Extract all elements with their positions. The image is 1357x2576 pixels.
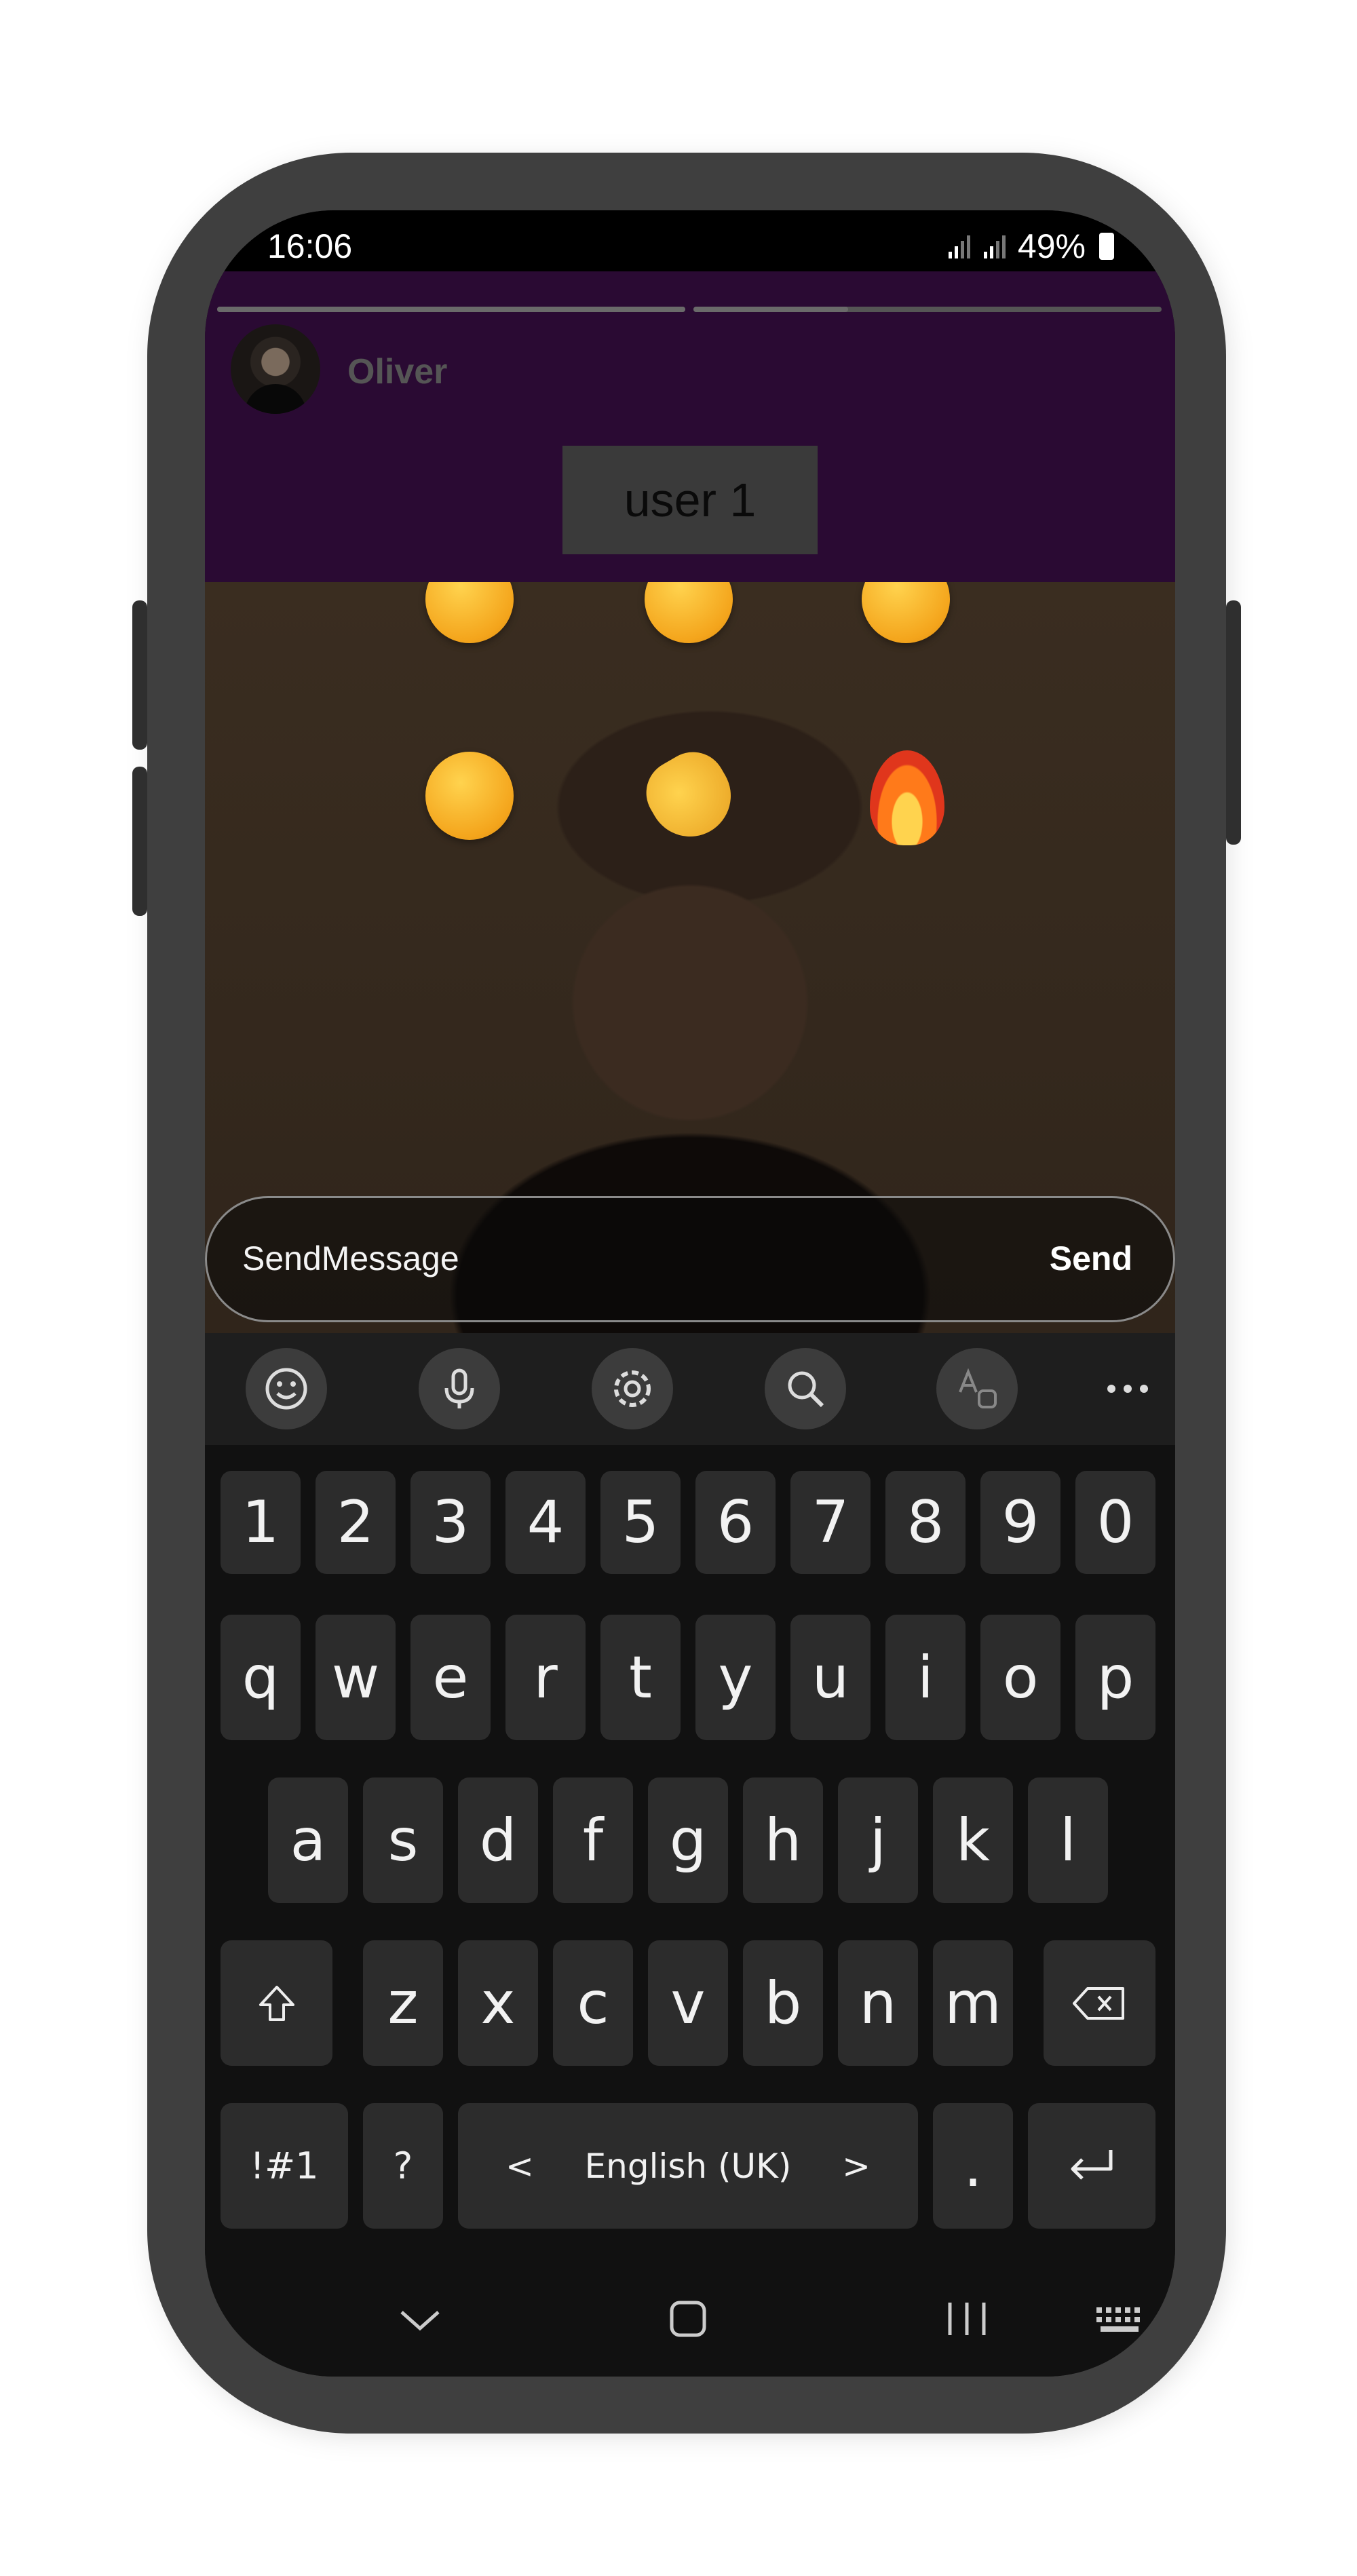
key-2[interactable]: 2 xyxy=(316,1471,396,1574)
key-x[interactable]: x xyxy=(458,1940,538,2066)
key-r[interactable]: r xyxy=(505,1615,586,1740)
story-header: Oliver user 1 xyxy=(205,271,1175,582)
user-tag-label: user 1 xyxy=(624,474,757,526)
enter-icon[interactable] xyxy=(1028,2103,1155,2229)
keyboard: 1 2 3 4 5 6 7 8 9 0 q w e r t y u i o p … xyxy=(205,1445,1175,2377)
story-progress-1 xyxy=(217,307,685,312)
shift-icon[interactable] xyxy=(221,1940,332,2066)
period-key[interactable]: . xyxy=(933,2103,1013,2229)
keyboard-icon[interactable] xyxy=(1094,2303,1148,2337)
key-f[interactable]: f xyxy=(553,1777,633,1903)
signal-icon xyxy=(948,235,970,258)
status-indicators: 49% xyxy=(947,227,1114,266)
key-h[interactable]: h xyxy=(743,1777,823,1903)
nav-back-icon[interactable] xyxy=(396,2307,444,2334)
question-key[interactable]: ? xyxy=(363,2103,443,2229)
key-y[interactable]: y xyxy=(695,1615,776,1740)
nav-home-icon[interactable] xyxy=(668,2299,708,2339)
key-m[interactable]: m xyxy=(933,1940,1013,2066)
key-a[interactable]: a xyxy=(268,1777,348,1903)
key-0[interactable]: 0 xyxy=(1075,1471,1155,1574)
reaction-fire[interactable]: 🔥 xyxy=(870,750,944,845)
signal-icon-2 xyxy=(983,235,1006,258)
status-time: 16:06 xyxy=(267,227,353,265)
nav-recents-icon[interactable] xyxy=(943,2299,991,2339)
key-7[interactable]: 7 xyxy=(790,1471,871,1574)
reaction-laughing[interactable]: 😂 xyxy=(425,582,514,643)
volume-up-button xyxy=(132,600,147,750)
translate-icon[interactable] xyxy=(936,1348,1018,1429)
key-c[interactable]: c xyxy=(553,1940,633,2066)
battery-icon xyxy=(1099,233,1114,260)
reaction-clapping[interactable]: 👏 xyxy=(634,740,746,851)
space-key[interactable]: < English (UK) > xyxy=(458,2103,918,2229)
keyboard-toolbar xyxy=(205,1333,1175,1445)
key-u[interactable]: u xyxy=(790,1615,871,1740)
key-p[interactable]: p xyxy=(1075,1615,1155,1740)
key-j[interactable]: j xyxy=(838,1777,918,1903)
volume-down-button xyxy=(132,767,147,916)
key-t[interactable]: t xyxy=(600,1615,681,1740)
key-3[interactable]: 3 xyxy=(410,1471,491,1574)
key-q[interactable]: q xyxy=(221,1615,301,1740)
key-1[interactable]: 1 xyxy=(221,1471,301,1574)
reaction-crying[interactable]: 😢 xyxy=(425,752,514,840)
reaction-heart-eyes[interactable]: 😍 xyxy=(862,582,950,643)
space-language-label: English (UK) xyxy=(584,2146,792,2186)
reaction-surprised[interactable]: 😮 xyxy=(645,582,733,643)
key-n[interactable]: n xyxy=(838,1940,918,2066)
avatar[interactable] xyxy=(231,324,320,414)
message-bar: SendMessage Send xyxy=(205,1196,1175,1322)
more-icon[interactable] xyxy=(1101,1375,1155,1402)
backspace-icon[interactable] xyxy=(1044,1940,1155,2066)
battery-percent: 49% xyxy=(1017,227,1086,265)
symbols-key[interactable]: !#1 xyxy=(221,2103,348,2229)
key-s[interactable]: s xyxy=(363,1777,443,1903)
key-d[interactable]: d xyxy=(458,1777,538,1903)
key-o[interactable]: o xyxy=(980,1615,1060,1740)
key-8[interactable]: 8 xyxy=(885,1471,966,1574)
search-icon[interactable] xyxy=(765,1348,846,1429)
user-tag: user 1 xyxy=(562,446,818,554)
key-5[interactable]: 5 xyxy=(600,1471,681,1574)
settings-icon[interactable] xyxy=(592,1348,673,1429)
key-g[interactable]: g xyxy=(648,1777,728,1903)
microphone-icon[interactable] xyxy=(419,1348,500,1429)
key-w[interactable]: w xyxy=(316,1615,396,1740)
key-k[interactable]: k xyxy=(933,1777,1013,1903)
key-6[interactable]: 6 xyxy=(695,1471,776,1574)
send-button[interactable]: Send xyxy=(1050,1239,1132,1278)
status-bar: 16:06 49% xyxy=(205,210,1175,271)
key-z[interactable]: z xyxy=(363,1940,443,2066)
phone-screen: 16:06 49% Oliver user 1 😂 😮 😍 😢 👏 � xyxy=(205,210,1175,2377)
power-button xyxy=(1226,600,1241,845)
story-username[interactable]: Oliver xyxy=(347,351,447,392)
story-progress-2 xyxy=(693,307,1162,312)
lang-prev-chevron: < xyxy=(505,2146,534,2186)
key-i[interactable]: i xyxy=(885,1615,966,1740)
key-l[interactable]: l xyxy=(1028,1777,1108,1903)
key-9[interactable]: 9 xyxy=(980,1471,1060,1574)
message-input[interactable]: SendMessage xyxy=(242,1239,459,1278)
key-e[interactable]: e xyxy=(410,1615,491,1740)
emoji-icon[interactable] xyxy=(246,1348,327,1429)
key-b[interactable]: b xyxy=(743,1940,823,2066)
lang-next-chevron: > xyxy=(842,2146,871,2186)
key-v[interactable]: v xyxy=(648,1940,728,2066)
key-4[interactable]: 4 xyxy=(505,1471,586,1574)
